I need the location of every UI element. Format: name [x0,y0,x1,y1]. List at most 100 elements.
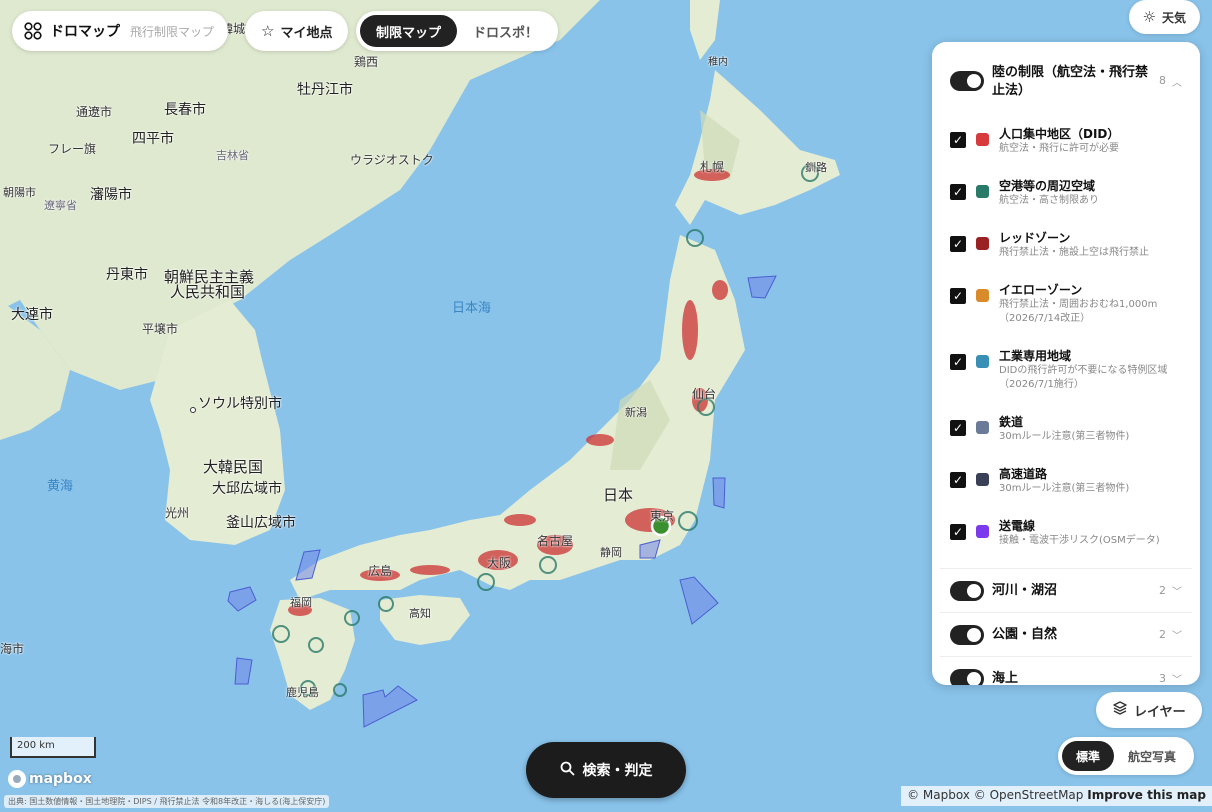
color-swatch [976,133,989,146]
checkbox-red-zone[interactable]: ✓ [950,236,966,252]
layer-name: 人口集中地区（DID） [999,127,1120,141]
map-label-niigata: 新潟 [625,406,647,419]
map-label-yanji: 瀋陽市 [90,187,132,203]
chevron-up-icon[interactable]: ︿ [1172,74,1182,89]
tab-restriction-map[interactable]: 制限マップ [360,15,458,47]
map-label-mudanjiang: 牡丹江市 [297,82,353,98]
chevron-down-icon[interactable]: ﹀ [1172,583,1182,598]
checkbox-airport[interactable]: ✓ [950,184,966,200]
layer-item-industrial[interactable]: ✓ 工業専用地域 DIDの飛行許可が不要になる特例区域 （2026/7/1施行） [932,348,1200,414]
toggle-parks-nature[interactable] [950,624,984,645]
mapbox-logo[interactable]: mapbox [8,770,92,788]
color-swatch [976,237,989,250]
basemap-aerial[interactable]: 航空写真 [1114,741,1190,771]
group-parks-nature[interactable]: 公園・自然 2 ﹀ [932,613,1200,656]
map-label-kagoshima: 鹿児島 [286,686,319,699]
layer-name: レッドゾーン [999,231,1071,245]
map-attribution: © Mapbox © OpenStreetMap Improve this ma… [901,786,1212,806]
layer-name: 送電線 [999,519,1036,533]
layer-button-label: レイヤー [1134,704,1186,720]
layer-name: 工業専用地域 [999,349,1072,363]
mapbox-icon [8,770,26,788]
layer-desc: 飛行禁止法・周囲おおむね1,000m [999,299,1158,310]
color-swatch [976,289,989,302]
layer-item-railway[interactable]: ✓ 鉄道 30mルール注意(第三者物件) [932,414,1200,466]
star-icon: ☆ [261,22,275,40]
color-swatch [976,355,989,368]
map-label-japan: 日本 [603,486,634,504]
checkbox-did[interactable]: ✓ [950,132,966,148]
map-label-chaoyang: 朝陽市 [3,186,36,199]
checkbox-powerline[interactable]: ✓ [950,524,966,540]
layer-desc-note: （2026/7/1施行） [999,379,1084,390]
toggle-sea[interactable] [950,668,984,685]
map-label-siping: 四平市 [132,131,174,147]
layer-panel: 陸の制限（航空法・飛行禁止法） 8 ︿ ✓ 人口集中地区（DID） 航空法・飛行に… [932,42,1200,685]
layer-name: イエローゾーン [999,283,1083,297]
attribution-osm[interactable]: © OpenStreetMap [974,788,1084,802]
map-label-dprk-2: 人民共和国 [170,283,246,301]
group-rivers-lakes[interactable]: 河川・湖沼 2 ﹀ [932,569,1200,612]
color-swatch [976,421,989,434]
attribution-mapbox[interactable]: © Mapbox [907,788,970,802]
city-marker-busan [232,520,237,525]
city-marker-seoul [190,407,196,413]
map-label-gwangju: 光州 [165,506,190,520]
toggle-land-restrictions[interactable] [950,71,984,91]
layer-item-expressway[interactable]: ✓ 高速道路 30mルール注意(第三者物件) [932,466,1200,518]
group-label: 公園・自然 [992,626,1058,642]
layer-button[interactable]: レイヤー [1096,692,1202,728]
app-title: ドロマップ [50,24,120,40]
chevron-down-icon[interactable]: ﹀ [1172,627,1182,642]
basemap-standard[interactable]: 標準 [1062,741,1115,771]
map-label-wakkanai: 稚内 [708,57,728,68]
search-button-label: 検索・判定 [582,763,653,779]
layer-item-did[interactable]: ✓ 人口集中地区（DID） 航空法・飛行に許可が必要 [932,126,1200,178]
mapbox-wordmark: mapbox [29,771,92,787]
layer-name: 空港等の周辺空域 [999,179,1096,193]
map-label-kochi: 高知 [409,607,431,620]
map-label-dandong: 丹東市 [106,267,148,283]
checkbox-industrial[interactable]: ✓ [950,354,966,370]
chevron-down-icon[interactable]: ﹀ [1172,671,1182,685]
layer-item-powerline[interactable]: ✓ 送電線 接触・電波干渉リスク(OSMデータ) [932,518,1200,568]
map-label-seoul: ソウル特別市 [198,396,282,412]
map-label-sendai: 仙台 [692,387,717,401]
toggle-rivers-lakes[interactable] [950,580,984,601]
layer-item-airport[interactable]: ✓ 空港等の周辺空域 航空法・高さ制限あり [932,178,1200,230]
layer-item-red-zone[interactable]: ✓ レッドゾーン 飛行禁止法・施設上空は飛行禁止 [932,230,1200,282]
weather-button[interactable]: ☼ 天気 [1128,0,1200,34]
map-label-liaoning: 遼寧省 [44,199,77,212]
layer-desc: 30mルール注意(第三者物件) [999,483,1130,494]
map-label-shanghai: 海市 [0,642,25,656]
checkbox-expressway[interactable]: ✓ [950,472,966,488]
color-swatch [976,525,989,538]
search-judge-button[interactable]: 検索・判定 [526,742,686,798]
drone-logo-icon [24,22,42,40]
layer-desc-note: （2026/7/14改正） [999,313,1091,324]
layer-desc: 航空法・飛行に許可が必要 [999,143,1119,154]
layer-item-yellow-zone[interactable]: ✓ イエローゾーン飛行禁止法・周囲おおむね1,000m （2026/7/14改正） [932,282,1200,348]
data-source-credit: 出典: 国土数値情報・国土地理院・DIPS / 飛行禁止法 令和8年改正・海しる… [4,795,330,808]
map-label-nagoya: 名古屋 [537,534,574,548]
my-points-button[interactable]: ☆ マイ地点 [245,11,349,51]
group-land-restrictions[interactable]: 陸の制限（航空法・飛行禁止法） 8 ︿ [932,64,1200,126]
checkbox-yellow-zone[interactable]: ✓ [950,288,966,304]
map-label-changchun: 長春市 [164,102,206,118]
improve-map-link[interactable]: Improve this map [1087,788,1206,802]
group-count: 3 [1159,672,1166,685]
map-label-vladivostok: ウラジオストク [350,153,434,167]
brand-pill[interactable]: ドロマップ 飛行制限マップ [12,11,229,51]
map-label-daejeon: 大邱広域市 [212,481,282,497]
sun-icon: ☼ [1142,8,1156,26]
map-label-jixi: 鶏西 [354,55,379,69]
tab-drospot[interactable]: ドロスポ！ [457,15,554,47]
map-scale: 200 km [10,737,96,758]
checkbox-railway[interactable]: ✓ [950,420,966,436]
map-label-tonghua: 通遼市 [76,105,113,119]
group-label: 海上 [992,670,1019,686]
layer-desc: DIDの飛行許可が不要になる特例区域 [999,365,1168,376]
group-sea[interactable]: 海上 3 ﹀ [932,657,1200,685]
group-label: 陸の制限（航空法・飛行禁止法） [992,65,1149,98]
map-label-fukuoka: 福岡 [290,596,312,609]
